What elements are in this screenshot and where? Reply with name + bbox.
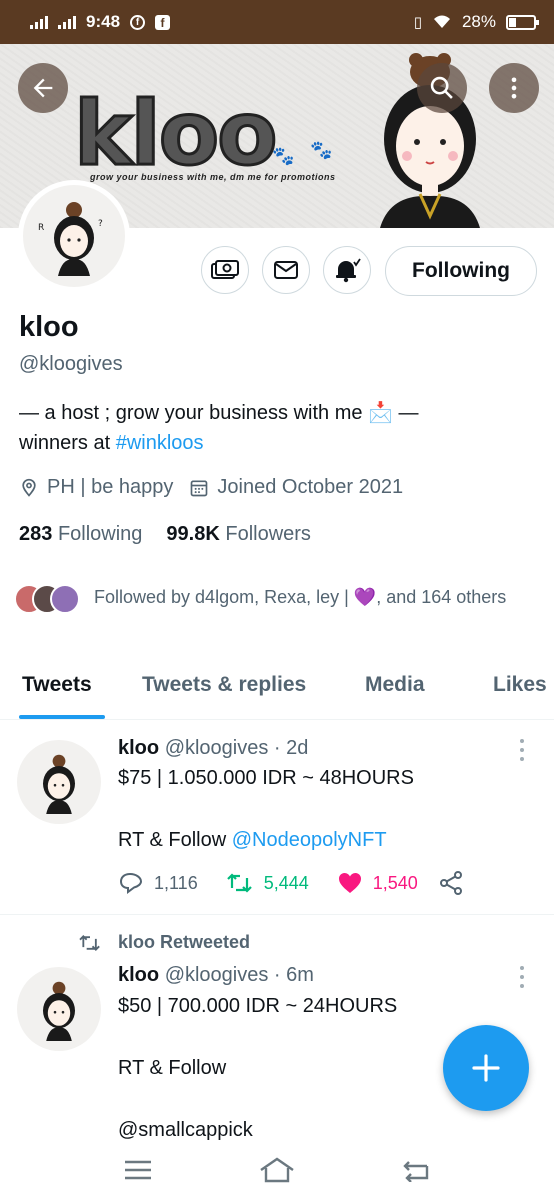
bell-check-icon xyxy=(336,258,361,283)
tweet-author[interactable]: kloo xyxy=(118,964,159,986)
tip-jar-button[interactable] xyxy=(201,246,249,294)
signal-icon-2 xyxy=(58,15,76,29)
bio-line-2: winners at #winkloos xyxy=(19,432,204,454)
retweet-button[interactable]: 5,444 xyxy=(226,871,309,895)
like-count: 1,540 xyxy=(372,872,418,893)
status-time: 9:48 xyxy=(86,12,121,31)
paw-icon: 🐾 xyxy=(272,146,295,166)
share-icon xyxy=(439,871,462,895)
wifi-icon xyxy=(433,15,450,28)
notifications-button[interactable] xyxy=(323,246,371,294)
search-icon xyxy=(430,76,453,99)
message-button[interactable] xyxy=(262,246,310,294)
back-nav-icon[interactable] xyxy=(401,1158,431,1182)
mail-icon xyxy=(274,261,298,279)
more-options-button[interactable] xyxy=(489,63,539,113)
tweet-author[interactable]: kloo xyxy=(118,737,159,759)
followed-by-text[interactable]: Followed by d4lgom, Rexa, ley | 💜, and 1… xyxy=(94,584,514,611)
like-button[interactable]: 1,540 xyxy=(337,871,418,895)
heart-icon xyxy=(338,873,361,893)
following-count-link[interactable]: 283 Following xyxy=(19,523,142,546)
messenger-icon: f xyxy=(130,14,146,30)
tweet-header: kloo @kloogives · 2d xyxy=(118,737,308,760)
tab-tweets[interactable]: Tweets xyxy=(22,673,92,697)
battery-icon xyxy=(506,14,539,30)
profile-handle: @kloogives xyxy=(19,353,123,375)
retweeted-by-label[interactable]: kloo Retweeted xyxy=(118,932,250,953)
plus-icon xyxy=(472,1054,500,1082)
tweet-more-button[interactable] xyxy=(514,966,530,988)
tweet-divider xyxy=(0,914,554,915)
tab-media[interactable]: Media xyxy=(365,673,425,697)
active-tab-indicator xyxy=(19,715,105,719)
svg-text:R: R xyxy=(38,223,44,233)
retweet-icon xyxy=(226,873,252,893)
profile-tabs: Tweets Tweets & replies Media Likes xyxy=(0,660,554,720)
avatar[interactable] xyxy=(17,967,101,1051)
tweet-line-2: RT & Follow @NodeopolyNFT xyxy=(118,829,387,851)
back-button[interactable] xyxy=(18,63,68,113)
avatar-illustration: R ? xyxy=(38,202,103,276)
avatar xyxy=(50,584,80,614)
reply-icon xyxy=(119,872,143,894)
profile-joined: Joined October 2021 xyxy=(217,476,404,498)
share-button[interactable] xyxy=(438,870,464,896)
tab-tweets-replies[interactable]: Tweets & replies xyxy=(142,673,306,697)
tab-likes[interactable]: Likes xyxy=(493,673,547,697)
arrow-left-icon xyxy=(33,78,53,98)
more-vertical-icon xyxy=(511,77,517,99)
profile-meta: PH | be happy Joined October 2021 xyxy=(19,476,403,499)
status-bar: 9:48 f f ▯ 28% xyxy=(0,0,554,44)
facebook-icon: f xyxy=(155,14,171,30)
followers-count-link[interactable]: 99.8K Followers xyxy=(166,523,311,546)
reply-count: 1,116 xyxy=(154,872,198,893)
tweet-actions: 1,116 5,444 1,540 xyxy=(118,870,464,896)
tweet-line-1: $50 | 700.000 IDR ~ 24HOURS xyxy=(118,995,398,1017)
followed-by-avatars[interactable] xyxy=(14,584,80,614)
profile-name: kloo xyxy=(19,311,79,343)
profile-avatar[interactable]: R ? xyxy=(18,180,130,292)
mention-link[interactable]: @smallcappick xyxy=(118,1119,253,1142)
banner-title: kloo xyxy=(73,82,280,185)
tweet-header: kloo @kloogives · 6m xyxy=(118,964,314,987)
home-icon[interactable] xyxy=(258,1156,296,1184)
avatar-illustration xyxy=(43,981,75,1041)
paw-icon: 🐾 xyxy=(310,140,333,160)
signal-icon xyxy=(30,15,48,29)
system-nav-bar xyxy=(0,1140,554,1200)
menu-icon[interactable] xyxy=(123,1159,153,1181)
calendar-icon xyxy=(191,480,208,496)
profile-location: PH | be happy xyxy=(47,476,174,498)
location-icon xyxy=(22,478,36,497)
search-button[interactable] xyxy=(417,63,467,113)
compose-tweet-button[interactable] xyxy=(443,1025,529,1111)
bio-line-1: — a host ; grow your business with me 📩 … xyxy=(19,402,419,424)
hashtag-link[interactable]: #winkloos xyxy=(116,432,204,454)
reply-button[interactable]: 1,116 xyxy=(118,871,198,895)
tweet-handle-time: @kloogives · 6m xyxy=(164,964,314,986)
money-icon xyxy=(211,260,239,279)
avatar-illustration xyxy=(43,754,75,814)
mention-link[interactable]: @NodeopolyNFT xyxy=(232,829,387,851)
follow-counts: 283 Following 99.8K Followers xyxy=(19,523,311,546)
retweet-count: 5,444 xyxy=(263,872,309,893)
vibrate-icon: ▯ xyxy=(413,14,422,31)
banner-tagline: grow your business with me, dm me for pr… xyxy=(90,172,336,182)
tweet-line-2: RT & Follow xyxy=(118,1057,227,1079)
following-button[interactable]: Following xyxy=(385,246,537,296)
tweet-handle-time: @kloogives · 2d xyxy=(164,737,309,759)
retweet-icon xyxy=(79,935,100,951)
profile-bio: — a host ; grow your business with me 📩 … xyxy=(19,398,539,458)
svg-text:?: ? xyxy=(98,219,103,229)
battery-percent: 28% xyxy=(461,12,496,31)
tweet-more-button[interactable] xyxy=(514,739,530,761)
tweet-line-1: $75 | 1.050.000 IDR ~ 48HOURS xyxy=(118,767,414,789)
avatar[interactable] xyxy=(17,740,101,824)
